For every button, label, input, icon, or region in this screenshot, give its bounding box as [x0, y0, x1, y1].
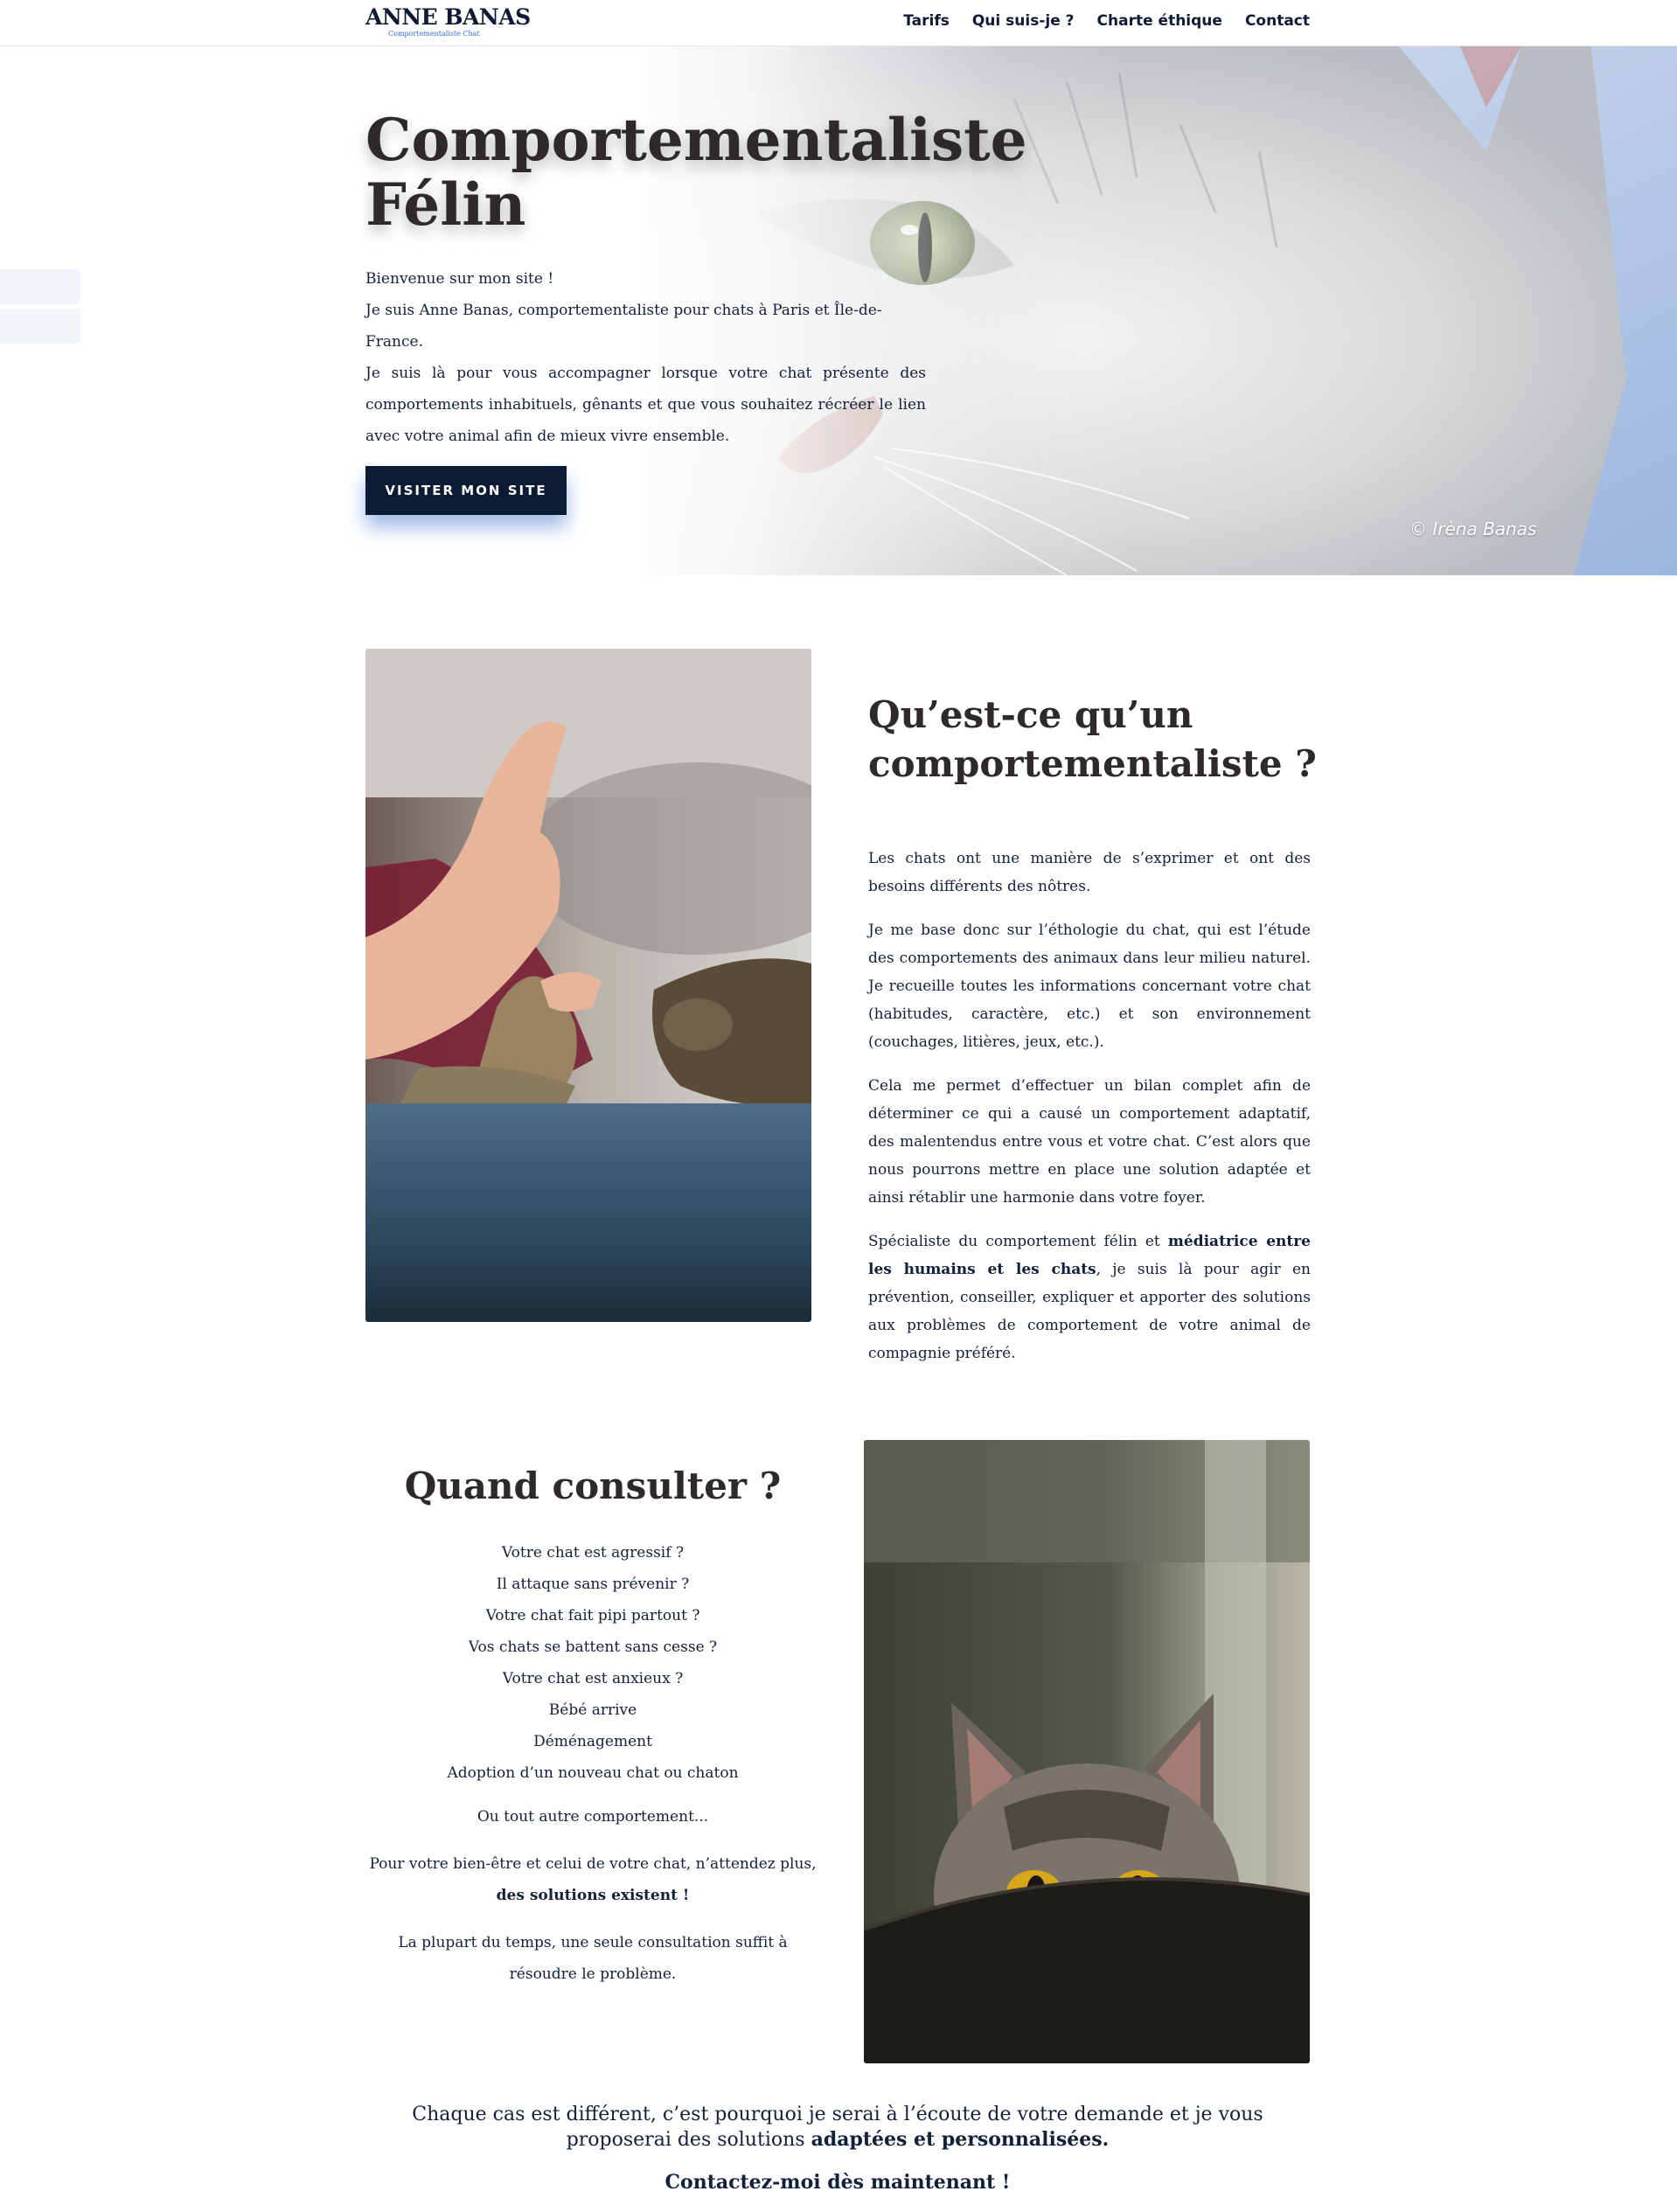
main-nav: Tarifs Qui suis-je ? Charte éthique Cont…: [903, 12, 1310, 30]
hand-and-paw-image: [365, 649, 811, 1322]
hero-intro-line: Je suis là pour vous accompagner lorsque…: [365, 365, 926, 445]
peeking-cat-image: [864, 1440, 1310, 2063]
visit-site-button[interactable]: VISITER MON SITE: [365, 466, 567, 515]
list-item: Déménagement: [533, 1733, 652, 1750]
list-item: Votre chat est anxieux ?: [502, 1670, 684, 1687]
nav-contact[interactable]: Contact: [1245, 12, 1310, 30]
hero-intro-line: Bienvenue sur mon site !: [365, 270, 554, 288]
hero-intro: Bienvenue sur mon site ! Je suis Anne Ba…: [365, 263, 926, 452]
hand-and-paw-photo: [365, 649, 811, 1322]
consult-extra-text: Ou tout autre comportement... Pour votre…: [365, 1801, 820, 2006]
text-segment: Spécialiste du comportement félin et: [868, 1233, 1168, 1250]
dont-wait-text: Pour votre bien-être et celui de votre c…: [365, 1848, 820, 1911]
logo-name: ANNE BANAS: [365, 4, 531, 30]
what-is-text: Les chats ont une manière de s’exprimer …: [868, 845, 1311, 1383]
text-segment: Pour votre bien-être et celui de votre c…: [369, 1855, 817, 1873]
hero-intro-line: Je suis Anne Banas, comportementaliste p…: [365, 302, 882, 351]
hero-title: Comportementaliste Félin: [365, 106, 1027, 239]
consult-reasons-list: Votre chat est agressif ? Il attaque san…: [365, 1537, 820, 1789]
what-is-paragraph: Spécialiste du comportement félin et méd…: [868, 1228, 1311, 1367]
bold-segment: adaptées et personnalisées.: [811, 2128, 1110, 2151]
list-item: Votre chat fait pipi partout ?: [485, 1607, 700, 1624]
section-title-when-to-consult: Quand consulter ?: [404, 1464, 782, 1507]
single-consultation-text: La plupart du temps, une seule consultat…: [398, 1934, 788, 1983]
nav-tarifs[interactable]: Tarifs: [903, 12, 950, 30]
what-is-paragraph: Les chats ont une manière de s’exprimer …: [868, 850, 1311, 895]
list-item: Vos chats se battent sans cesse ?: [468, 1638, 718, 1656]
logo-tagline: Comportementaliste Chat: [388, 30, 480, 38]
list-item: Il attaque sans prévenir ?: [496, 1576, 690, 1593]
contact-cta[interactable]: Contactez-moi dès maintenant !: [365, 2171, 1310, 2194]
section-title-what-is: Qu’est-ce qu’un comportementaliste ?: [868, 693, 1317, 785]
ghost-widget: [0, 309, 80, 344]
ghost-widget: [0, 269, 80, 304]
list-item: Adoption d’un nouveau chat ou chaton: [447, 1764, 739, 1782]
what-is-paragraph: Je me base donc sur l’éthologie du chat,…: [868, 922, 1311, 1051]
site-header: ANNE BANAS Comportementaliste Chat Tarif…: [0, 0, 1677, 46]
photo-credit: © Irèna Banas: [1409, 518, 1537, 539]
what-is-paragraph: Cela me permet d’effectuer un bilan comp…: [868, 1077, 1311, 1207]
list-item: Bébé arrive: [548, 1701, 637, 1719]
closing-text: Chaque cas est différent, c’est pourquoi…: [365, 2103, 1310, 2153]
nav-qui-suis-je[interactable]: Qui suis-je ?: [972, 12, 1075, 30]
nav-charte-ethique[interactable]: Charte éthique: [1097, 12, 1222, 30]
hero-section: Comportementaliste Félin Bienvenue sur m…: [0, 46, 1677, 575]
list-item: Votre chat est agressif ?: [501, 1544, 685, 1562]
site-logo[interactable]: ANNE BANAS Comportementaliste Chat: [365, 4, 531, 41]
bold-segment: des solutions existent !: [496, 1887, 690, 1904]
other-behaviour-text: Ou tout autre comportement...: [477, 1808, 709, 1826]
peeking-cat-photo: [864, 1440, 1310, 2063]
